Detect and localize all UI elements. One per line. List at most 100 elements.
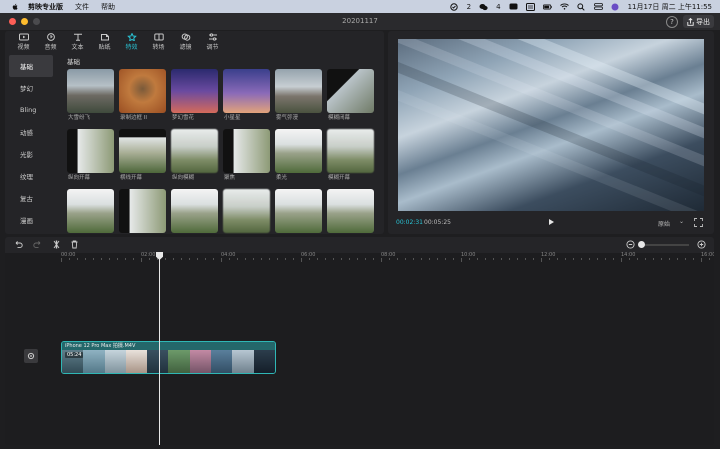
help-button[interactable]: ? (666, 15, 678, 28)
ruler-tick (573, 258, 574, 260)
notification-icon[interactable] (450, 2, 459, 11)
effect-thumbnail[interactable] (119, 69, 166, 113)
video-clip[interactable]: iPhone 12 Pro Max 拍摄.M4V 05:24 (61, 341, 276, 374)
effect-item[interactable]: 模糊开幕 (327, 129, 374, 184)
tab-text[interactable]: 文本 (64, 31, 91, 53)
effect-thumbnail[interactable] (119, 129, 166, 173)
playhead-line[interactable] (159, 254, 160, 445)
window-titlebar: 20201117 ? 导出 (0, 13, 720, 30)
play-icon[interactable] (546, 217, 556, 227)
tab-adjust[interactable]: 调节 (199, 31, 226, 53)
ratio-button[interactable]: 原始 (658, 219, 670, 228)
ruler-tick (453, 258, 454, 260)
effect-item[interactable] (171, 189, 218, 234)
category-item[interactable]: 复古 (9, 187, 53, 209)
effect-item[interactable]: 大雪纷飞 (67, 69, 114, 124)
effect-item[interactable]: 录制边框 II (119, 69, 166, 124)
effect-item[interactable]: 梦幻雪花 (171, 69, 218, 124)
effect-item[interactable] (275, 189, 322, 234)
redo-icon[interactable] (33, 240, 42, 249)
fullscreen-icon[interactable] (694, 218, 703, 227)
chevron-down-icon[interactable]: ⌄ (679, 218, 684, 225)
effect-label: 纵向开幕 (68, 175, 91, 181)
chat-icon[interactable] (479, 3, 488, 11)
wifi-icon[interactable] (559, 3, 569, 11)
tab-audio[interactable]: 音频 (37, 31, 64, 53)
effect-thumbnail[interactable] (67, 189, 114, 233)
zoom-out-icon[interactable] (626, 240, 635, 249)
effect-thumbnail[interactable] (223, 189, 270, 233)
tab-label: 调节 (206, 44, 219, 51)
search-icon[interactable] (577, 2, 586, 11)
export-button[interactable]: 导出 (683, 15, 714, 28)
effect-item[interactable]: 纵向模糊 (171, 129, 218, 184)
effect-thumbnail[interactable] (327, 69, 374, 113)
ruler-tick (509, 258, 510, 260)
track-settings-button[interactable] (24, 349, 38, 363)
effect-item[interactable]: 小星星 (223, 69, 270, 124)
ruler-tick (61, 258, 62, 262)
effect-thumbnail[interactable] (171, 189, 218, 233)
effect-thumbnail[interactable] (171, 69, 218, 113)
tab-effects[interactable]: 特效 (118, 31, 145, 53)
effect-thumbnail[interactable] (275, 129, 322, 173)
toggle-icon[interactable] (509, 3, 518, 11)
zoom-in-icon[interactable] (697, 240, 706, 249)
effect-thumbnail[interactable] (67, 69, 114, 113)
category-item[interactable]: Bling (9, 99, 53, 121)
control-center-icon[interactable] (593, 3, 603, 11)
effect-item[interactable]: 横线开幕 (119, 129, 166, 184)
effects-grid: 大雪纷飞 录制边框 II 梦幻雪花 小星星 雾气弥漫 模糊闭幕纵向开幕 横线开幕 纵向模糊 聚焦… (67, 69, 382, 234)
tab-filter[interactable]: 滤镜 (172, 31, 199, 53)
tab-transition[interactable]: 转场 (145, 31, 172, 53)
effect-thumbnail[interactable] (327, 129, 374, 173)
effect-thumbnail[interactable] (223, 129, 270, 173)
category-item[interactable]: 梦幻 (9, 77, 53, 99)
category-item[interactable]: 光影 (9, 143, 53, 165)
ruler-tick (501, 258, 502, 260)
menu-file[interactable]: 文件 (75, 2, 89, 12)
split-icon[interactable] (52, 240, 61, 249)
ruler-tick (165, 258, 166, 260)
tab-video[interactable]: 视频 (10, 31, 37, 53)
category-item[interactable]: 纹理 (9, 165, 53, 187)
effect-label: 模糊开幕 (328, 175, 351, 181)
keyboard-icon[interactable] (525, 2, 535, 11)
undo-icon[interactable] (14, 240, 23, 249)
apple-icon[interactable] (10, 3, 20, 11)
effect-item[interactable]: 模糊闭幕 (327, 69, 374, 124)
category-item[interactable]: 漫画 (9, 209, 53, 231)
category-item[interactable]: 基础 (9, 55, 53, 77)
effect-thumbnail[interactable] (119, 189, 166, 233)
effect-thumbnail[interactable] (327, 189, 374, 233)
effects-section-title: 基础 (67, 58, 80, 66)
effect-item[interactable] (67, 189, 114, 234)
zoom-slider-track[interactable] (639, 244, 689, 246)
effect-thumbnail[interactable] (171, 129, 218, 173)
ruler-tick (301, 258, 302, 262)
zoom-slider-knob[interactable] (638, 241, 645, 248)
adjust-icon (208, 33, 217, 41)
effect-label (171, 233, 218, 234)
effect-item[interactable]: 柔光 (275, 129, 322, 184)
menu-app-name[interactable]: 剪映专业版 (28, 2, 63, 12)
menu-datetime[interactable]: 11月17日 周二 上午11:55 (628, 2, 712, 12)
siri-icon[interactable] (611, 3, 620, 11)
effect-thumbnail[interactable] (67, 129, 114, 173)
effect-thumbnail[interactable] (223, 69, 270, 113)
category-item[interactable]: 动感 (9, 121, 53, 143)
effect-item[interactable] (223, 189, 270, 234)
effect-item[interactable] (327, 189, 374, 234)
tab-sticker[interactable]: 贴纸 (91, 31, 118, 53)
battery-icon[interactable] (542, 3, 552, 11)
effect-item[interactable]: 雾气弥漫 (275, 69, 322, 124)
menu-help[interactable]: 帮助 (101, 2, 115, 12)
effect-thumbnail[interactable] (275, 69, 322, 113)
ruler-tick (437, 258, 438, 260)
delete-icon[interactable] (70, 240, 79, 249)
effect-thumbnail[interactable] (275, 189, 322, 233)
effect-item[interactable]: 聚焦 (223, 129, 270, 184)
effect-item[interactable]: 纵向开幕 (67, 129, 114, 184)
preview-video[interactable] (398, 39, 704, 211)
effect-item[interactable] (119, 189, 166, 234)
